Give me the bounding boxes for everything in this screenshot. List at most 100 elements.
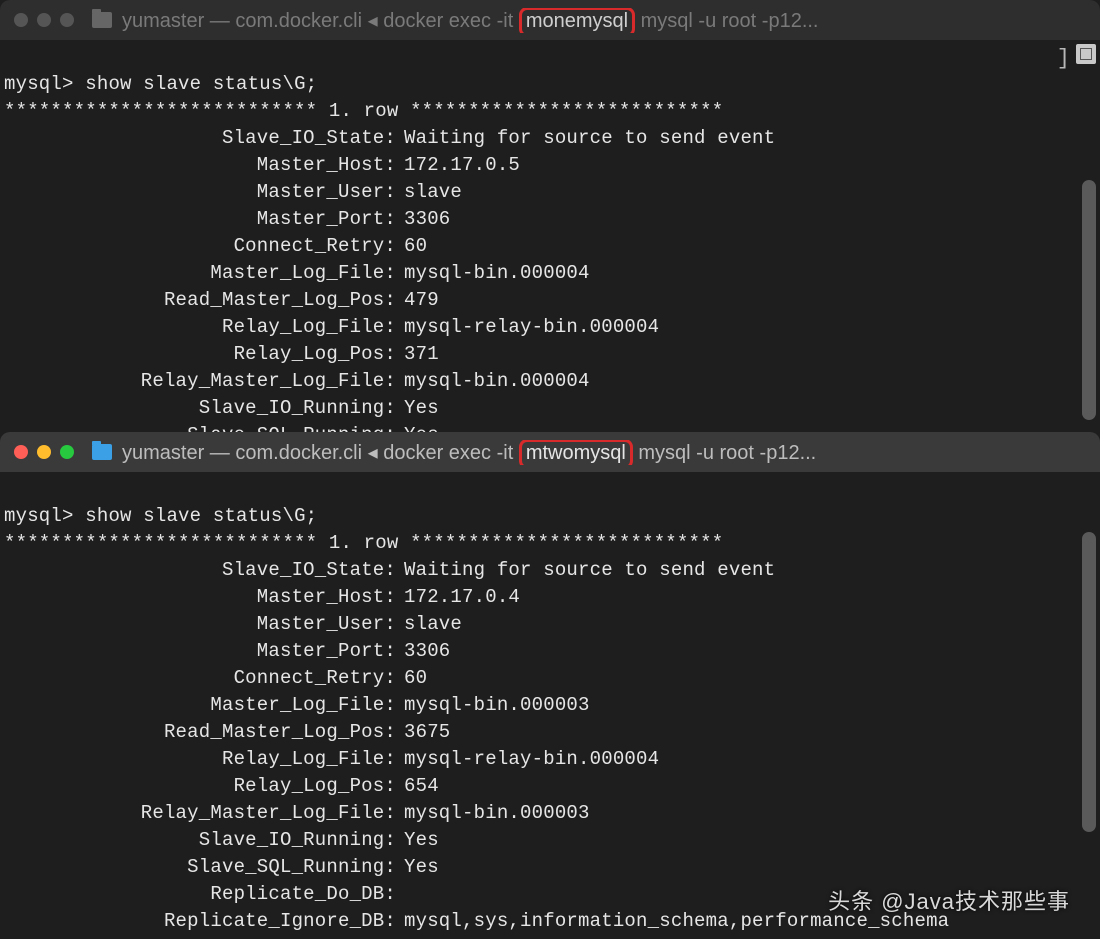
status-row: Master_Port:3306 bbox=[4, 206, 1096, 233]
field-label: Master_Log_File: bbox=[4, 260, 404, 287]
field-label: Slave_SQL_Running: bbox=[4, 854, 404, 881]
title-prefix: yumaster — com.docker.cli ◂ docker exec … bbox=[122, 442, 519, 464]
status-row: Relay_Log_Pos:371 bbox=[4, 341, 1096, 368]
status-row: Relay_Master_Log_File:mysql-bin.000003 bbox=[4, 800, 1096, 827]
terminal-window-monemysql: yumaster — com.docker.cli ◂ docker exec … bbox=[0, 0, 1100, 432]
command: show slave status\G; bbox=[85, 73, 317, 95]
field-label: Master_Host: bbox=[4, 584, 404, 611]
field-value: Yes bbox=[404, 395, 1096, 422]
field-label: Master_Port: bbox=[4, 638, 404, 665]
status-row: Read_Master_Log_Pos:479 bbox=[4, 287, 1096, 314]
status-row: Relay_Log_File:mysql-relay-bin.000004 bbox=[4, 314, 1096, 341]
field-label: Slave_IO_State: bbox=[4, 557, 404, 584]
command: show slave status\G; bbox=[85, 505, 317, 527]
field-value: 3306 bbox=[404, 638, 1096, 665]
field-label: Master_User: bbox=[4, 179, 404, 206]
field-value: 3675 bbox=[404, 719, 1096, 746]
title-suffix: mysql -u root -p12... bbox=[635, 10, 818, 32]
field-label: Slave_IO_Running: bbox=[4, 395, 404, 422]
field-label: Replicate_Ignore_DB: bbox=[4, 908, 404, 935]
terminal-output[interactable]: mysql> show slave status\G; ************… bbox=[0, 40, 1100, 453]
field-label: Connect_Retry: bbox=[4, 665, 404, 692]
field-label: Relay_Master_Log_File: bbox=[4, 368, 404, 395]
field-value: Waiting for source to send event bbox=[404, 125, 1096, 152]
prompt: mysql> bbox=[4, 505, 74, 527]
field-label: Read_Master_Log_Pos: bbox=[4, 287, 404, 314]
row-separator: *************************** 1. row *****… bbox=[4, 532, 723, 554]
field-value: 60 bbox=[404, 233, 1096, 260]
field-label: Slave_IO_State: bbox=[4, 125, 404, 152]
title-highlight: monemysql bbox=[519, 8, 635, 33]
field-value: 172.17.0.5 bbox=[404, 152, 1096, 179]
field-value: mysql-bin.000003 bbox=[404, 692, 1096, 719]
field-label: Replicate_Do_DB: bbox=[4, 881, 404, 908]
window-title: yumaster — com.docker.cli ◂ docker exec … bbox=[122, 440, 816, 465]
zoom-icon[interactable] bbox=[60, 13, 74, 27]
terminal-window-mtwomysql: yumaster — com.docker.cli ◂ docker exec … bbox=[0, 432, 1100, 939]
field-label: Relay_Log_File: bbox=[4, 746, 404, 773]
status-row: Slave_IO_Running:Yes bbox=[4, 827, 1096, 854]
status-row: Slave_IO_Running:Yes bbox=[4, 395, 1096, 422]
field-label: Connect_Retry: bbox=[4, 233, 404, 260]
field-value: 479 bbox=[404, 287, 1096, 314]
field-value: mysql-relay-bin.000004 bbox=[404, 746, 1096, 773]
zoom-icon[interactable] bbox=[60, 445, 74, 459]
watermark: 头条 @Java技术那些事 bbox=[828, 884, 1070, 916]
traffic-lights bbox=[14, 13, 74, 27]
field-value: 371 bbox=[404, 341, 1096, 368]
field-label: Master_Host: bbox=[4, 152, 404, 179]
field-value: 654 bbox=[404, 773, 1096, 800]
close-icon[interactable] bbox=[14, 13, 28, 27]
field-label: Relay_Master_Log_File: bbox=[4, 800, 404, 827]
minimize-icon[interactable] bbox=[37, 13, 51, 27]
field-value: mysql-bin.000003 bbox=[404, 800, 1096, 827]
minimize-icon[interactable] bbox=[37, 445, 51, 459]
field-label: Master_Log_File: bbox=[4, 692, 404, 719]
status-row: Connect_Retry:60 bbox=[4, 233, 1096, 260]
status-row: Slave_IO_State:Waiting for source to sen… bbox=[4, 125, 1096, 152]
field-label: Relay_Log_File: bbox=[4, 314, 404, 341]
status-row: Master_Host:172.17.0.4 bbox=[4, 584, 1096, 611]
status-row: Master_User:slave bbox=[4, 179, 1096, 206]
status-row: Master_Host:172.17.0.5 bbox=[4, 152, 1096, 179]
title-prefix: yumaster — com.docker.cli ◂ docker exec … bbox=[122, 10, 519, 32]
field-value: Waiting for source to send event bbox=[404, 557, 1096, 584]
status-row: Slave_IO_State:Waiting for source to sen… bbox=[4, 557, 1096, 584]
field-value: 60 bbox=[404, 665, 1096, 692]
traffic-lights bbox=[14, 445, 74, 459]
prompt: mysql> bbox=[4, 73, 74, 95]
folder-icon bbox=[92, 12, 112, 28]
status-row: Master_Log_File:mysql-bin.000004 bbox=[4, 260, 1096, 287]
field-label: Relay_Log_Pos: bbox=[4, 773, 404, 800]
status-row: Master_Port:3306 bbox=[4, 638, 1096, 665]
field-value: mysql-relay-bin.000004 bbox=[404, 314, 1096, 341]
status-row: Relay_Log_File:mysql-relay-bin.000004 bbox=[4, 746, 1096, 773]
titlebar[interactable]: yumaster — com.docker.cli ◂ docker exec … bbox=[0, 0, 1100, 40]
status-row: Slave_SQL_Running:Yes bbox=[4, 854, 1096, 881]
field-value: Yes bbox=[404, 854, 1096, 881]
field-value: slave bbox=[404, 179, 1096, 206]
field-label: Read_Master_Log_Pos: bbox=[4, 719, 404, 746]
field-value: 172.17.0.4 bbox=[404, 584, 1096, 611]
status-row: Relay_Log_Pos:654 bbox=[4, 773, 1096, 800]
field-value: slave bbox=[404, 611, 1096, 638]
status-row: Relay_Master_Log_File:mysql-bin.000004 bbox=[4, 368, 1096, 395]
status-row: Read_Master_Log_Pos:3675 bbox=[4, 719, 1096, 746]
terminal-output[interactable]: mysql> show slave status\G; ************… bbox=[0, 472, 1100, 939]
field-value: mysql-bin.000004 bbox=[404, 368, 1096, 395]
field-value: 3306 bbox=[404, 206, 1096, 233]
status-row: Master_Log_File:mysql-bin.000003 bbox=[4, 692, 1096, 719]
titlebar[interactable]: yumaster — com.docker.cli ◂ docker exec … bbox=[0, 432, 1100, 472]
field-label: Relay_Log_Pos: bbox=[4, 341, 404, 368]
field-label: Master_User: bbox=[4, 611, 404, 638]
window-title: yumaster — com.docker.cli ◂ docker exec … bbox=[122, 8, 819, 33]
field-label: Slave_IO_Running: bbox=[4, 827, 404, 854]
title-highlight: mtwomysql bbox=[519, 440, 633, 465]
row-separator: *************************** 1. row *****… bbox=[4, 100, 723, 122]
status-row: Connect_Retry:60 bbox=[4, 665, 1096, 692]
close-icon[interactable] bbox=[14, 445, 28, 459]
field-label: Master_Port: bbox=[4, 206, 404, 233]
field-value: mysql-bin.000004 bbox=[404, 260, 1096, 287]
folder-icon bbox=[92, 444, 112, 460]
field-value: Yes bbox=[404, 827, 1096, 854]
